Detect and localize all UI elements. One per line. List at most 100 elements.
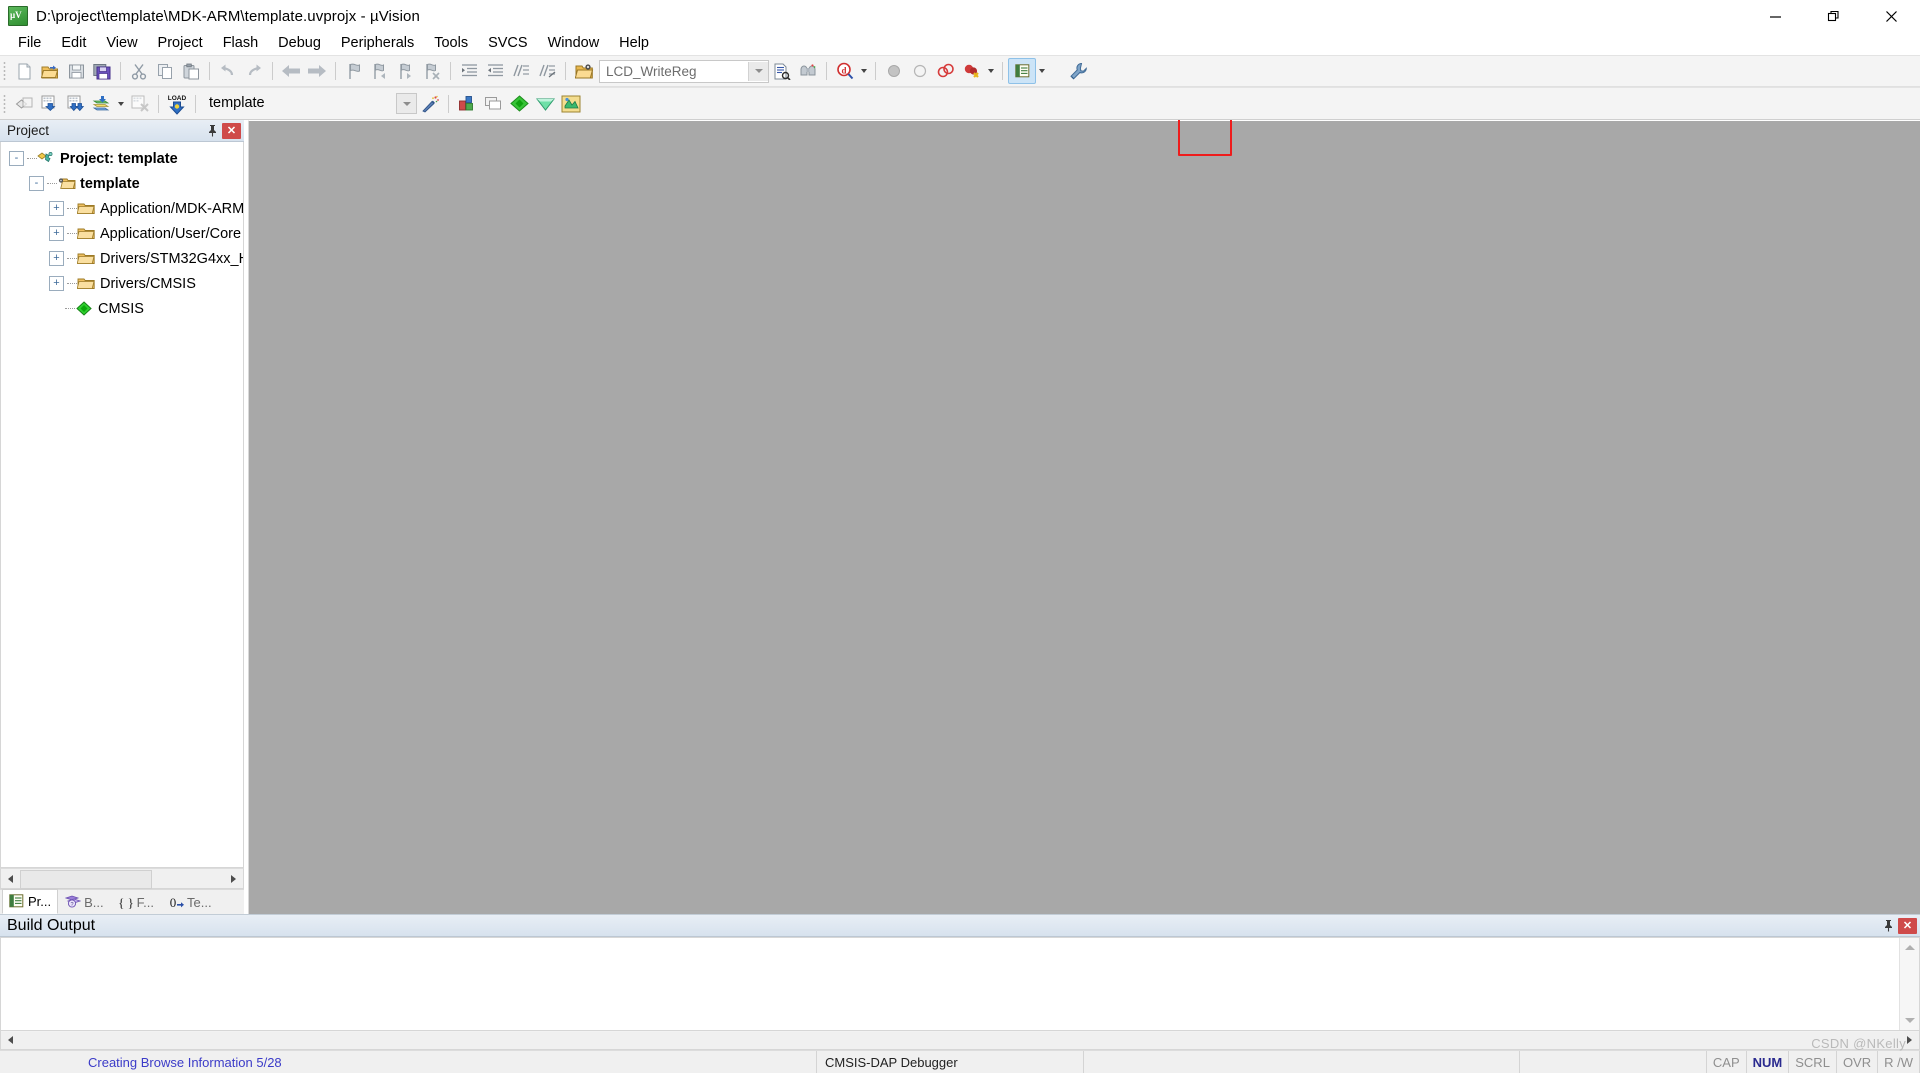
navigate-back-icon[interactable] — [278, 59, 304, 83]
find-dropdown-arrow-icon[interactable] — [858, 59, 870, 83]
tab-project[interactable]: Pr... — [2, 889, 59, 914]
minimize-icon[interactable] — [1746, 0, 1804, 32]
menu-item-tools[interactable]: Tools — [424, 32, 478, 55]
navigate-forward-icon[interactable] — [304, 59, 330, 83]
tree-item-group-application-user-core[interactable]: + Application/User/Core — [1, 221, 243, 246]
menu-item-file[interactable]: File — [8, 32, 51, 55]
target-combo[interactable]: template — [203, 93, 417, 114]
copy-icon[interactable] — [152, 59, 178, 83]
toolbar-grip[interactable] — [3, 61, 6, 81]
tree-item-cmsis-component[interactable]: CMSIS — [1, 296, 243, 321]
menu-item-svcs[interactable]: SVCS — [478, 32, 538, 55]
tab-functions[interactable]: { } F... — [111, 891, 161, 914]
project-tree[interactable]: - Project: template - template + Applica… — [0, 142, 244, 868]
new-file-icon[interactable] — [11, 59, 37, 83]
hscroll-track[interactable] — [20, 1031, 1900, 1049]
uncomment-lines-icon[interactable] — [534, 59, 560, 83]
menu-item-help[interactable]: Help — [609, 32, 659, 55]
tree-item-project-root[interactable]: - Project: template — [1, 146, 243, 171]
rte-components-icon[interactable] — [558, 92, 584, 116]
editor-client-area[interactable] — [248, 120, 1920, 914]
cut-icon[interactable] — [126, 59, 152, 83]
tree-expander[interactable]: - — [9, 151, 24, 166]
close-icon[interactable]: ✕ — [1898, 917, 1917, 934]
batch-build-dropdown-arrow-icon[interactable] — [115, 92, 127, 116]
tree-expander[interactable]: + — [49, 226, 64, 241]
open-function-folder-icon[interactable] — [571, 59, 597, 83]
chevron-down-icon[interactable] — [396, 93, 417, 114]
build-output-hscrollbar[interactable] — [0, 1031, 1920, 1050]
manage-multi-project-icon[interactable] — [480, 92, 506, 116]
tree-expander[interactable]: + — [49, 201, 64, 216]
tree-expander[interactable]: + — [49, 251, 64, 266]
scroll-right-icon[interactable] — [224, 870, 243, 887]
project-window-toggle-icon[interactable] — [1008, 58, 1036, 84]
menu-item-view[interactable]: View — [96, 32, 147, 55]
manage-project-items-icon[interactable] — [454, 92, 480, 116]
indent-left-icon[interactable] — [482, 59, 508, 83]
binoculars-find-icon[interactable] — [795, 59, 821, 83]
build-output-vscrollbar[interactable] — [1899, 938, 1919, 1030]
tree-item-group-application-mdk-arm[interactable]: + Application/MDK-ARM — [1, 196, 243, 221]
breakpoint-dropdown-arrow-icon[interactable] — [985, 59, 997, 83]
tab-books[interactable]: ? B... — [58, 891, 111, 914]
comment-lines-icon[interactable] — [508, 59, 534, 83]
breakpoint-enable-icon[interactable] — [907, 59, 933, 83]
stop-build-icon[interactable] — [127, 92, 153, 116]
rebuild-all-icon[interactable] — [63, 92, 89, 116]
indent-right-icon[interactable] — [456, 59, 482, 83]
function-combo[interactable]: LCD_WriteReg — [599, 59, 769, 83]
bookmark-toggle-icon[interactable] — [341, 59, 367, 83]
bookmark-next-icon[interactable] — [393, 59, 419, 83]
maximize-icon[interactable] — [1804, 0, 1862, 32]
menu-item-peripherals[interactable]: Peripherals — [331, 32, 424, 55]
tab-templates[interactable]: 0 Te... — [161, 891, 219, 914]
scroll-left-icon[interactable] — [1, 1031, 20, 1049]
redo-icon[interactable] — [241, 59, 267, 83]
breakpoint-kill-all-icon[interactable] — [959, 59, 985, 83]
build-output-text[interactable] — [1, 938, 1899, 1030]
menu-item-flash[interactable]: Flash — [213, 32, 268, 55]
menu-item-debug[interactable]: Debug — [268, 32, 331, 55]
breakpoint-insert-icon[interactable] — [881, 59, 907, 83]
hscroll-thumb[interactable] — [20, 870, 152, 889]
menu-item-project[interactable]: Project — [148, 32, 213, 55]
menu-item-window[interactable]: Window — [538, 32, 610, 55]
chevron-down-icon[interactable] — [748, 61, 768, 81]
tree-item-group-drivers-stm32g4xx[interactable]: + Drivers/STM32G4xx_HAL_Driver — [1, 246, 243, 271]
build-output-body[interactable] — [0, 937, 1920, 1031]
tree-expander[interactable]: + — [49, 276, 64, 291]
target-options-magic-icon[interactable] — [417, 92, 443, 116]
build-target-icon[interactable] — [37, 92, 63, 116]
toolbar-grip[interactable] — [3, 93, 6, 114]
bookmark-prev-icon[interactable] — [367, 59, 393, 83]
close-icon[interactable] — [1862, 0, 1920, 32]
tree-expander[interactable]: - — [29, 176, 44, 191]
batch-build-icon[interactable] — [89, 92, 115, 116]
open-file-icon[interactable] — [37, 59, 63, 83]
breakpoint-disable-all-icon[interactable] — [933, 59, 959, 83]
project-window-dropdown-arrow-icon[interactable] — [1036, 59, 1048, 83]
tree-item-group-drivers-cmsis[interactable]: + Drivers/CMSIS — [1, 271, 243, 296]
project-tree-hscrollbar[interactable] — [0, 868, 244, 889]
pin-icon[interactable] — [204, 123, 220, 139]
pin-icon[interactable] — [1880, 918, 1896, 934]
tree-item-target-template[interactable]: - template — [1, 171, 243, 196]
save-icon[interactable] — [63, 59, 89, 83]
scroll-left-icon[interactable] — [1, 870, 20, 887]
menu-item-edit[interactable]: Edit — [51, 32, 96, 55]
bookmark-clear-icon[interactable] — [419, 59, 445, 83]
paste-icon[interactable] — [178, 59, 204, 83]
find-magnifier-icon[interactable]: d — [832, 59, 858, 83]
configuration-wizard-icon[interactable] — [1065, 59, 1091, 83]
scroll-up-icon[interactable] — [1901, 940, 1918, 955]
scroll-down-icon[interactable] — [1901, 1013, 1918, 1028]
function-browse-icon[interactable] — [769, 59, 795, 83]
pack-installer-icon[interactable] — [532, 92, 558, 116]
download-load-icon[interactable]: LOAD — [164, 92, 190, 116]
undo-icon[interactable] — [215, 59, 241, 83]
close-icon[interactable]: ✕ — [222, 122, 241, 139]
save-all-icon[interactable] — [89, 59, 115, 83]
rte-manage-green-icon[interactable] — [506, 92, 532, 116]
translate-file-icon[interactable] — [11, 92, 37, 116]
